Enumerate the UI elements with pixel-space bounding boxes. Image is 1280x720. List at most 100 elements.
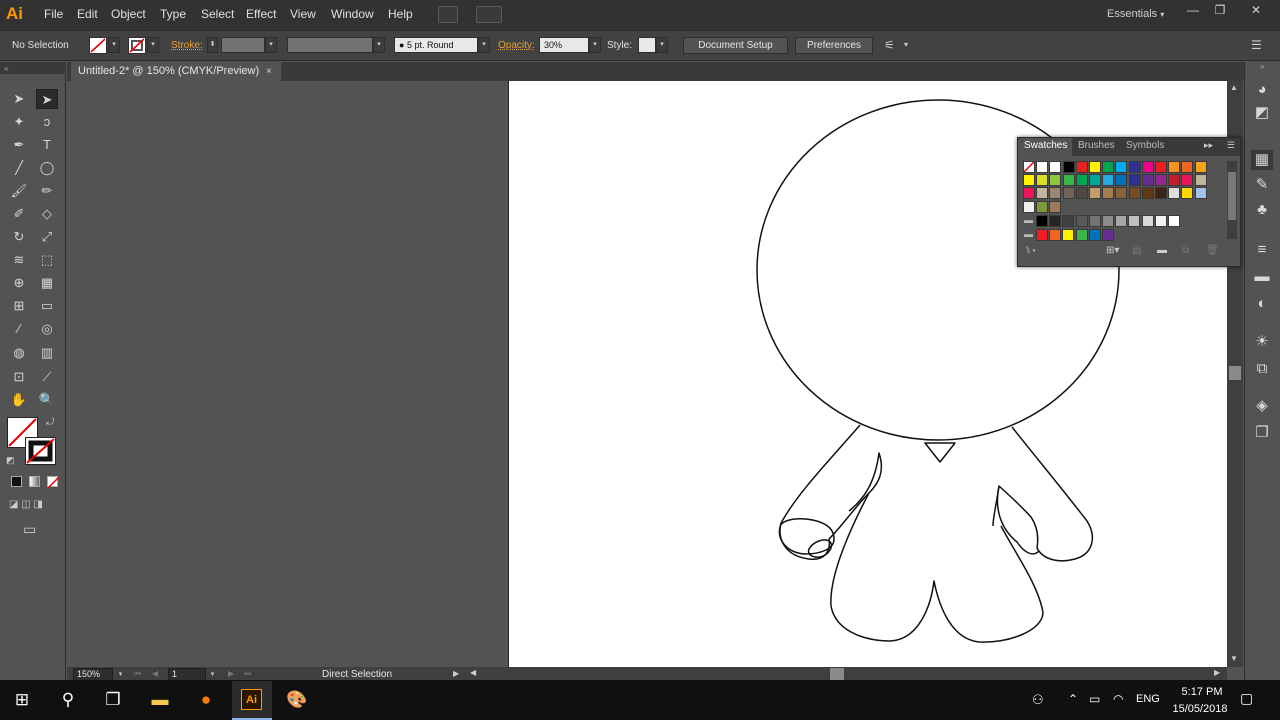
menu-help[interactable]: Help [388,7,413,21]
stroke-label[interactable]: Stroke: [171,40,203,51]
color-swatch[interactable] [1062,174,1075,187]
notifications-icon[interactable]: ▢ [1240,690,1253,707]
battery-icon[interactable]: ▭ [1089,692,1100,706]
chevron-down-icon[interactable]: ▾ [904,40,908,49]
close-icon[interactable]: ✕ [1246,3,1266,17]
group-color-swatch[interactable] [1102,229,1114,241]
right-arm[interactable] [996,426,1094,562]
brush-dropdown[interactable]: ▾ [478,37,490,53]
group-color-swatch[interactable] [1075,229,1088,241]
menu-select[interactable]: Select [201,7,234,21]
restore-icon[interactable]: ❐ [1210,3,1230,17]
bridge-button[interactable] [438,6,458,23]
pattern-swatch[interactable] [1036,200,1049,213]
color-panel-icon[interactable]: ◕ [1251,80,1273,100]
color-swatch[interactable] [1194,161,1207,173]
last-artboard-icon[interactable]: ⏭ [244,669,251,679]
blend-tool-icon[interactable]: ◎ [36,319,58,339]
color-swatch[interactable] [1128,174,1141,187]
group-color-swatch[interactable] [1154,215,1167,227]
symbols-panel-icon[interactable]: ♣ [1251,200,1273,220]
color-swatch[interactable] [1062,161,1075,173]
column-graph-tool-icon[interactable]: ▥ [36,343,58,363]
clock-date[interactable]: 15/05/2018 [1170,703,1230,715]
shape-builder-tool-icon[interactable]: ⊕ [8,273,30,293]
swatch-options-icon[interactable]: ▤ [1132,245,1141,256]
perspective-grid-tool-icon[interactable]: ▦ [36,273,58,293]
direct-selection-tool-icon[interactable]: ➤ [36,89,58,109]
group-color-swatch[interactable] [1088,215,1101,227]
new-swatch-icon[interactable]: ⧉ [1182,245,1189,256]
color-swatch[interactable] [1102,161,1115,173]
fill-swatch[interactable] [89,37,107,54]
menu-file[interactable]: File [44,7,63,21]
stroke-dropdown[interactable]: ▾ [147,37,159,53]
color-swatch[interactable] [1102,187,1115,200]
body-legs[interactable] [830,492,1044,643]
color-swatch[interactable] [1036,187,1049,200]
zoom-tool-icon[interactable]: 🔍 [36,390,58,410]
gradient-tool-icon[interactable]: ▭ [36,296,58,316]
minimize-icon[interactable]: — [1183,3,1203,17]
stroke-weight-stepper[interactable]: ⬍ [207,37,218,53]
menu-view[interactable]: View [290,7,316,21]
color-guide-panel-icon[interactable]: ◩ [1251,103,1273,123]
group-color-swatch[interactable] [1075,215,1088,227]
color-swatch[interactable] [1168,187,1181,200]
opacity-label[interactable]: Opacity: [498,40,535,51]
wifi-icon[interactable]: ◠ [1113,692,1123,706]
warp-tool-icon[interactable]: ≋ [8,250,30,270]
lasso-tool-icon[interactable]: ↄ [36,112,58,132]
menu-window[interactable]: Window [331,7,374,21]
hand-tool-icon[interactable]: ✋ [8,390,30,410]
file-explorer-icon[interactable]: ▬ [147,688,173,712]
status-menu-icon[interactable]: ▶ [453,669,459,678]
color-swatch[interactable] [1155,187,1167,200]
scroll-left-icon[interactable]: ◀ [470,668,476,677]
color-group-folder-icon[interactable]: ▬ [1024,215,1033,225]
expand-panels-icon[interactable]: » [1260,62,1264,71]
color-swatch[interactable] [1128,187,1141,200]
color-swatch[interactable] [1115,174,1128,187]
shaper-tool-icon[interactable]: ✐ [8,204,30,224]
color-swatch[interactable] [1089,187,1101,200]
line-tool-icon[interactable]: ╱ [8,158,30,178]
panel-menu-icon[interactable]: ☰ [1227,140,1235,151]
group-color-swatch[interactable] [1049,229,1062,241]
task-view-icon[interactable]: ❐ [100,688,126,712]
group-color-swatch[interactable] [1168,215,1180,227]
panel-expand-icon[interactable]: ▸▸ [1204,140,1213,151]
menu-object[interactable]: Object [111,7,146,21]
pattern-swatch[interactable] [1023,200,1035,213]
show-hidden-icons-icon[interactable]: ⌃ [1068,692,1078,706]
search-icon[interactable]: ⚲ [55,688,81,712]
magic-wand-tool-icon[interactable]: ✦ [8,112,30,132]
close-tab-icon[interactable]: × [266,62,272,81]
new-color-group-icon[interactable]: ▬ [1157,245,1167,256]
screen-mode-icon[interactable]: ▭ [23,521,36,538]
menu-edit[interactable]: Edit [77,7,98,21]
first-artboard-icon[interactable]: ⏮ [134,669,141,679]
fill-dropdown[interactable]: ▾ [108,37,120,53]
swatch-libraries-icon[interactable]: ⑊▾ [1025,245,1037,256]
tab-swatches[interactable]: Swatches [1024,140,1067,151]
preferences-button[interactable]: Preferences [795,37,873,54]
scroll-up-icon[interactable]: ▲ [1230,83,1238,92]
menu-effect[interactable]: Effect [246,7,276,21]
group-color-swatch[interactable] [1036,229,1048,241]
color-swatch[interactable] [1075,187,1088,200]
scroll-right-icon[interactable]: ▶ [1214,668,1220,677]
tab-brushes[interactable]: Brushes [1078,140,1115,151]
drawing-modes-icon[interactable]: ◪ ◫ ◨ [9,499,59,511]
layers-panel-icon[interactable]: ◈ [1251,396,1273,416]
none-swatch[interactable] [1023,161,1035,173]
tab-symbols[interactable]: Symbols [1126,140,1164,151]
panel-menu-icon[interactable]: ☰ [1251,38,1262,52]
color-swatch[interactable] [1115,161,1128,173]
variable-width-profile[interactable] [287,37,373,53]
color-swatch[interactable] [1023,174,1035,187]
stroke-swatch[interactable] [128,37,146,54]
group-color-swatch[interactable] [1102,215,1114,227]
color-swatch[interactable] [1049,187,1062,200]
workspace-switcher[interactable]: Essentials ▾ [1107,8,1164,20]
